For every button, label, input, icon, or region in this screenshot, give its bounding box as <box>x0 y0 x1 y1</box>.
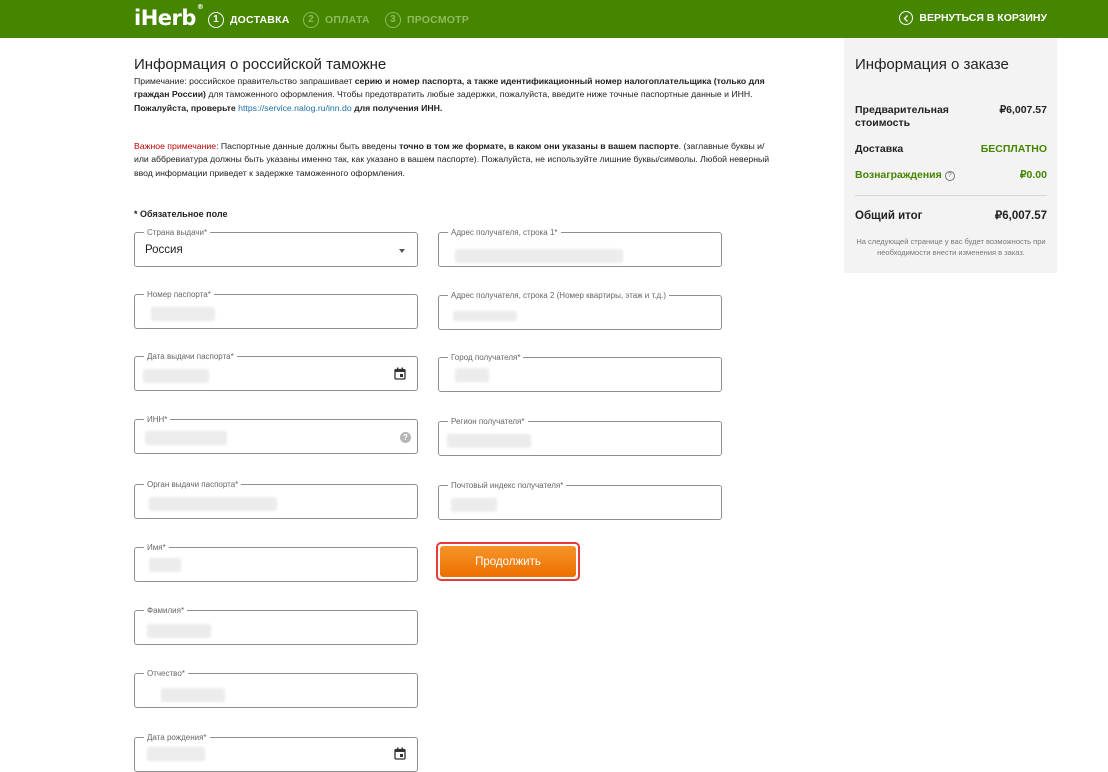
issuing-country-select[interactable]: Страна выдачи* Россия <box>134 227 418 267</box>
redacted-value <box>147 624 211 638</box>
field-label: Имя* <box>144 542 169 553</box>
note-emphasis: точно в том же формате, в каком они указ… <box>399 141 679 151</box>
field-label: Орган выдачи паспорта* <box>144 479 242 490</box>
recipient-city-input[interactable]: Город получателя* <box>438 352 722 392</box>
important-label: Важное примечание <box>134 141 217 151</box>
patronymic-input[interactable]: Отчество* <box>134 668 418 708</box>
redacted-value <box>451 498 497 512</box>
rewards-label: Вознаграждения <box>855 169 942 181</box>
step-number: 2 <box>303 11 319 28</box>
birth-date-input[interactable]: Дата рождения* <box>134 732 418 772</box>
note-text: : Паспортные данные должны быть введены <box>216 141 400 151</box>
total-row: Общий итог ₽6,007.57 <box>855 210 1047 224</box>
field-label: Страна выдачи* <box>144 227 211 238</box>
step-label: ПРОСМОТР <box>407 13 469 26</box>
inn-input[interactable]: ИНН* ? <box>134 414 418 454</box>
calendar-icon[interactable] <box>394 367 406 380</box>
shipping-label: Доставка <box>855 143 904 155</box>
total-label: Общий итог <box>855 210 923 222</box>
recipient-address-line1-input[interactable]: Адрес получателя, строка 1* <box>438 227 722 267</box>
subtotal-value: ₽6,007.57 <box>999 104 1047 116</box>
chevron-down-icon <box>399 249 405 253</box>
field-label: Почтовый индекс получателя* <box>448 480 567 491</box>
field-label: Фамилия* <box>144 605 188 616</box>
redacted-value <box>161 688 225 702</box>
continue-button[interactable]: Продолжить <box>440 546 576 577</box>
top-navigation-bar: iHerb® 1 ДОСТАВКА 2 ОПЛАТА 3 ПРОСМОТР ВЕ… <box>0 0 1108 38</box>
passport-issue-date-input[interactable]: Дата выдачи паспорта* <box>134 351 418 391</box>
passport-number-input[interactable]: Номер паспорта* <box>134 289 418 329</box>
redacted-value <box>149 558 181 572</box>
total-value: ₽6,007.57 <box>994 210 1047 222</box>
note-text: Примечание: российское правительство зап… <box>134 76 355 86</box>
checkout-step-shipping: 1 ДОСТАВКА <box>208 11 289 28</box>
back-to-cart-label: ВЕРНУТЬСЯ В КОРЗИНУ <box>919 12 1047 24</box>
note-emphasis: для получения ИНН. <box>351 102 443 113</box>
shipping-row: Доставка БЕСПЛАТНО <box>855 143 1047 156</box>
chevron-left-icon <box>899 11 914 25</box>
rewards-row: Вознаграждения? ₽0.00 <box>855 169 1047 182</box>
note-emphasis: Пожалуйста, проверьте <box>134 102 236 113</box>
field-label: ИНН* <box>144 414 171 425</box>
passport-authority-input[interactable]: Орган выдачи паспорта* <box>134 479 418 519</box>
iherb-logo[interactable]: iHerb® <box>134 3 204 30</box>
field-label: Город получателя* <box>448 352 524 363</box>
nalog-inn-link[interactable]: https://service.nalog.ru/inn.do <box>238 103 352 113</box>
customs-note: Примечание: российское правительство зап… <box>134 75 774 115</box>
field-label: Дата рождения* <box>144 732 210 743</box>
rewards-value: ₽0.00 <box>1019 169 1047 181</box>
checkout-step-review: 3 ПРОСМОТР <box>385 11 469 28</box>
field-label: Дата выдачи паспорта* <box>144 351 237 362</box>
shipping-value: БЕСПЛАТНО <box>980 143 1047 155</box>
back-to-cart-link[interactable]: ВЕРНУТЬСЯ В КОРЗИНУ <box>899 11 1047 25</box>
last-name-input[interactable]: Фамилия* <box>134 605 418 645</box>
checkout-step-payment: 2 ОПЛАТА <box>303 11 370 28</box>
field-label: Отчество* <box>144 668 188 679</box>
redacted-value <box>147 747 205 761</box>
redacted-value <box>455 249 623 263</box>
logo-registered-mark: ® <box>196 3 204 11</box>
step-label: ДОСТАВКА <box>230 13 290 26</box>
redacted-value <box>149 497 277 511</box>
calendar-icon[interactable] <box>394 747 406 760</box>
order-summary-panel: Информация о заказе Предварительная стои… <box>844 38 1057 273</box>
subtotal-label: Предварительная стоимость <box>855 104 949 129</box>
required-field-note: * Обязательное поле <box>134 209 228 219</box>
redacted-value <box>143 369 209 383</box>
redacted-value <box>447 434 531 448</box>
recipient-region-input[interactable]: Регион получателя* <box>438 416 722 456</box>
redacted-value <box>145 431 227 445</box>
field-label: Адрес получателя, строка 1* <box>448 227 561 238</box>
field-label: Адрес получателя, строка 2 (Номер кварти… <box>448 290 670 301</box>
first-name-input[interactable]: Имя* <box>134 542 418 582</box>
step-number: 3 <box>385 11 401 28</box>
field-value: Россия <box>145 244 183 256</box>
step-label: ОПЛАТА <box>325 13 370 26</box>
important-note: Важное примечание: Паспортные данные дол… <box>134 140 774 180</box>
step-number: 1 <box>208 11 224 28</box>
summary-footnote: На следующей странице у вас будет возмож… <box>856 237 1046 257</box>
help-icon[interactable]: ? <box>400 432 411 443</box>
redacted-value <box>455 368 489 382</box>
redacted-value <box>151 307 215 321</box>
page-title: Информация о российской таможне <box>134 56 387 73</box>
summary-divider <box>855 195 1047 196</box>
recipient-postal-code-input[interactable]: Почтовый индекс получателя* <box>438 480 722 520</box>
order-summary-title: Информация о заказе <box>855 56 1009 73</box>
recipient-address-line2-input[interactable]: Адрес получателя, строка 2 (Номер кварти… <box>438 290 722 330</box>
field-label: Номер паспорта* <box>144 289 214 300</box>
note-text: для таможенного оформления. Чтобы предот… <box>205 89 753 100</box>
info-icon[interactable]: ? <box>944 171 955 181</box>
logo-text: iHerb <box>134 6 196 30</box>
redacted-value <box>453 311 517 321</box>
subtotal-row: Предварительная стоимость ₽6,007.57 <box>855 104 1047 130</box>
field-label: Регион получателя* <box>448 416 528 427</box>
